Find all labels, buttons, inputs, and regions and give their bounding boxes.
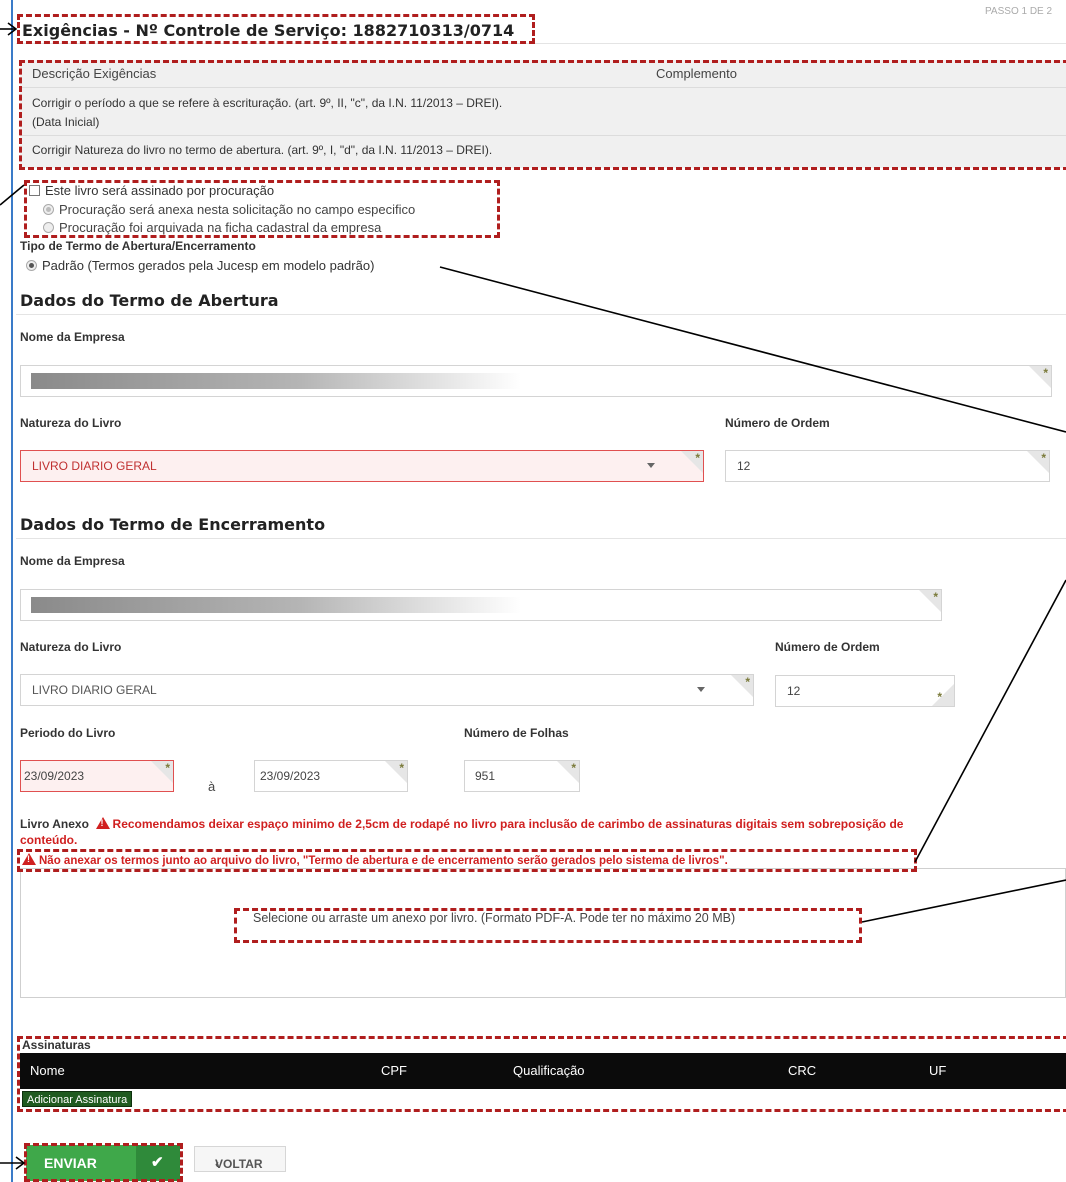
required-star-icon: *	[937, 690, 942, 704]
annotation-box-warning	[17, 849, 917, 872]
annotation-box-title	[17, 14, 535, 44]
closing-nature-label: Natureza do Livro	[20, 640, 122, 654]
annotation-box-signatures	[17, 1036, 1066, 1112]
required-star-icon: *	[695, 451, 700, 465]
annotation-box-proxy	[24, 180, 500, 238]
pages-value: 951	[475, 769, 496, 783]
period-start-input[interactable]: 23/09/2023 *	[20, 760, 174, 792]
divider	[16, 538, 1066, 539]
annotation-box-send	[24, 1143, 183, 1182]
required-star-icon: *	[165, 761, 170, 775]
opening-order-input[interactable]: 12 *	[725, 450, 1050, 482]
required-star-icon: *	[399, 761, 404, 775]
opening-company-input[interactable]: *	[20, 365, 1052, 397]
closing-company-input[interactable]: *	[20, 589, 942, 621]
period-separator: à	[208, 779, 216, 794]
period-end-value: 23/09/2023	[260, 769, 321, 783]
closing-order-input[interactable]: 12 *	[775, 675, 955, 707]
radio-icon[interactable]	[26, 260, 37, 271]
opening-nature-label: Natureza do Livro	[20, 416, 122, 430]
divider	[16, 314, 1066, 315]
closing-order-label: Número de Ordem	[775, 640, 880, 654]
required-star-icon: *	[933, 590, 938, 604]
period-end-input[interactable]: 23/09/2023 *	[254, 760, 408, 792]
required-star-icon: *	[571, 761, 576, 775]
term-type-standard-label: Padrão (Termos gerados pela Jucesp em mo…	[42, 258, 375, 273]
opening-order-label: Número de Ordem	[725, 416, 830, 430]
chevron-down-icon	[697, 687, 705, 692]
required-corner	[932, 684, 954, 706]
back-button-text: VOLTAR	[215, 1157, 263, 1171]
opening-section-title: Dados do Termo de Abertura	[20, 291, 279, 310]
closing-nature-select[interactable]: LIVRO DIARIO GERAL *	[20, 674, 754, 706]
pages-input[interactable]: 951 *	[464, 760, 580, 792]
chevron-down-icon	[647, 463, 655, 468]
term-type-standard-option[interactable]: Padrão (Termos gerados pela Jucesp em mo…	[26, 258, 374, 273]
attachment-warning-footer-cont: conteúdo.	[20, 833, 78, 847]
step-indicator: PASSO 1 DE 2	[985, 6, 1053, 17]
closing-nature-value: LIVRO DIARIO GERAL	[32, 683, 157, 697]
closing-section-title: Dados do Termo de Encerramento	[20, 515, 326, 534]
period-label: Periodo do Livro	[20, 726, 116, 740]
term-type-label: Tipo de Termo de Abertura/Encerramento	[20, 239, 256, 253]
required-star-icon: *	[1041, 451, 1046, 465]
opening-nature-value: LIVRO DIARIO GERAL	[32, 459, 157, 473]
closing-company-label: Nome da Empresa	[20, 554, 125, 568]
redacted-text	[31, 373, 521, 389]
pages-label: Número de Folhas	[464, 726, 569, 740]
annotation-box-dropzone	[234, 908, 862, 943]
required-star-icon: *	[1043, 366, 1048, 380]
period-start-value: 23/09/2023	[24, 769, 85, 783]
opening-order-value: 12	[737, 459, 751, 473]
attachment-header: Livro Anexo Recomendamos deixar espaço m…	[20, 816, 903, 831]
warning-icon	[95, 817, 110, 829]
required-star-icon: *	[745, 675, 750, 689]
closing-order-value: 12	[787, 684, 801, 698]
back-button[interactable]: ‹ VOLTAR	[194, 1146, 286, 1172]
annotation-box-requirements	[19, 60, 1066, 170]
opening-nature-select[interactable]: LIVRO DIARIO GERAL *	[20, 450, 704, 482]
redacted-text	[31, 597, 521, 613]
opening-company-label: Nome da Empresa	[20, 330, 125, 344]
attachment-warning-footer: Recomendamos deixar espaço minimo de 2,5…	[112, 817, 904, 831]
attachment-label: Livro Anexo	[20, 817, 89, 831]
